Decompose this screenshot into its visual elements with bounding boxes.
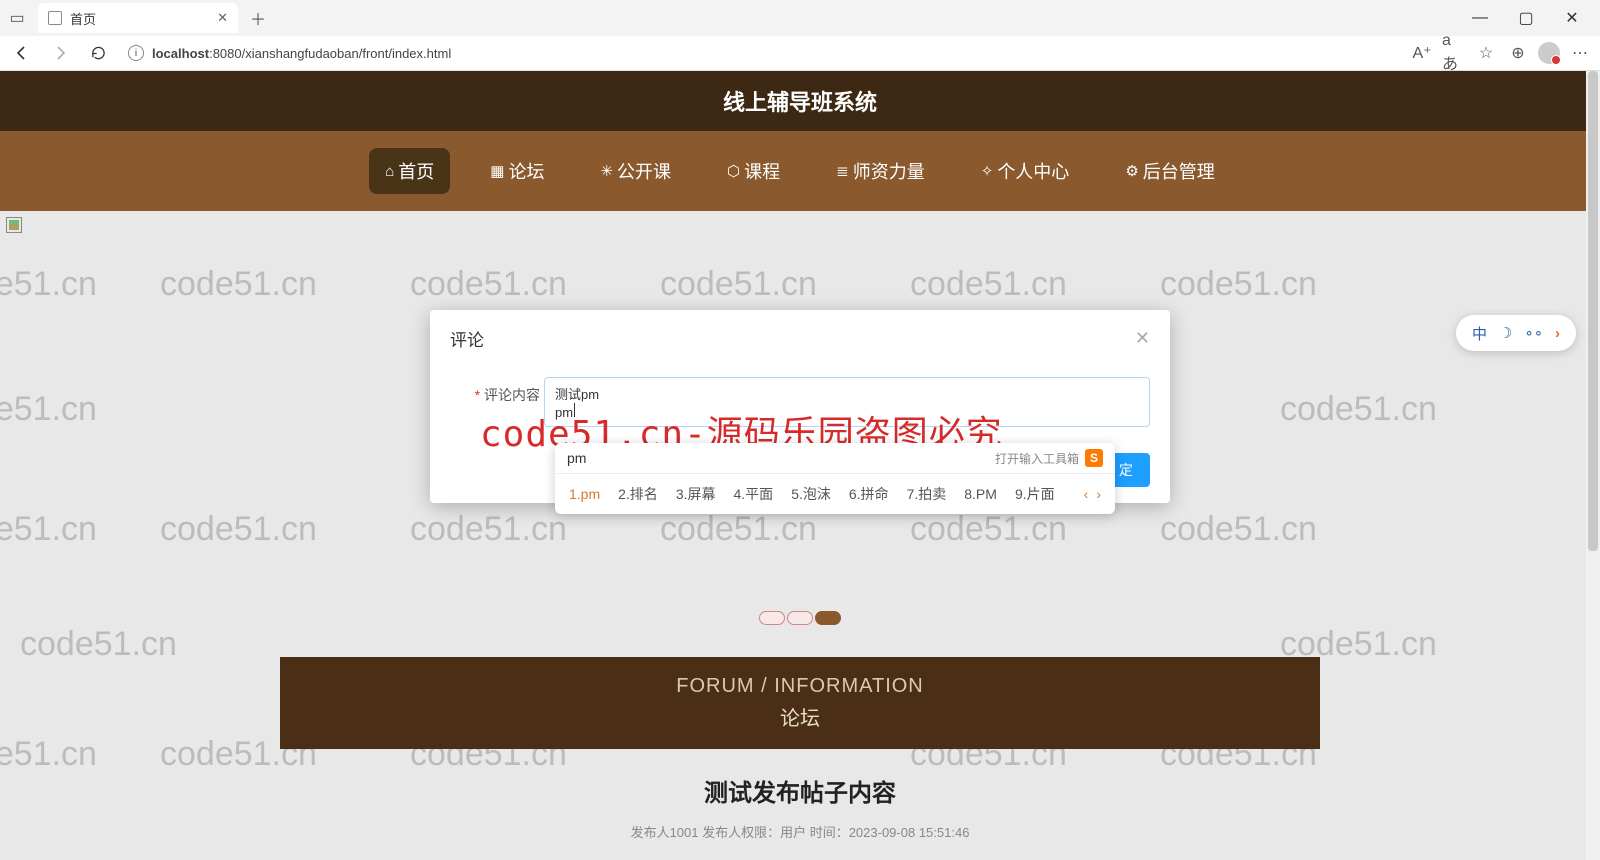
- close-window-button[interactable]: ✕: [1550, 3, 1594, 33]
- new-tab-button[interactable]: ＋: [244, 4, 272, 32]
- titlebar: ▭ 首页 ✕ ＋ — ▢ ✕: [0, 0, 1600, 36]
- ime-toolbox[interactable]: 打开输入工具箱 S: [995, 449, 1103, 467]
- translate-icon[interactable]: aあ: [1442, 41, 1466, 65]
- ime-candidate[interactable]: 7.拍卖: [907, 484, 947, 504]
- address-bar: i localhost:8080/xianshangfudaoban/front…: [0, 36, 1600, 71]
- browser-tab[interactable]: 首页 ✕: [38, 3, 238, 33]
- minimize-button[interactable]: —: [1458, 3, 1502, 33]
- ime-candidate[interactable]: 8.PM: [964, 486, 997, 502]
- window-controls: — ▢ ✕: [1458, 3, 1594, 33]
- ime-candidates: 1.pm 2.排名 3.屏幕 4.平面 5.泡沫 6.拼命 7.拍卖 8.PM …: [555, 473, 1115, 514]
- ime-candidate[interactable]: 2.排名: [618, 484, 658, 504]
- read-aloud-icon[interactable]: A⁺: [1410, 41, 1434, 65]
- url-host: localhost:8080/xianshangfudaoban/front/i…: [152, 46, 451, 61]
- ime-float-toolbar[interactable]: 中 ☽ ∘∘ ›: [1456, 315, 1576, 351]
- ime-panel: pm 打开输入工具箱 S 1.pm 2.排名 3.屏幕 4.平面 5.泡沫 6.…: [555, 443, 1115, 514]
- profile-avatar[interactable]: [1538, 42, 1560, 64]
- ime-lang-indicator[interactable]: 中: [1472, 323, 1487, 344]
- sogou-logo-icon: S: [1085, 449, 1103, 467]
- ime-candidate[interactable]: 9.片面: [1015, 484, 1055, 504]
- tab-close-icon[interactable]: ✕: [217, 10, 228, 26]
- site-info-icon[interactable]: i: [128, 45, 144, 61]
- tab-title: 首页: [70, 9, 96, 28]
- expand-arrow-icon[interactable]: ›: [1555, 325, 1560, 342]
- text-caret: [574, 403, 575, 417]
- refresh-button[interactable]: [84, 39, 112, 67]
- collections-icon[interactable]: ⊕: [1506, 41, 1530, 65]
- ime-next-icon[interactable]: ›: [1096, 486, 1101, 502]
- modal-close-icon[interactable]: ✕: [1135, 328, 1150, 349]
- favorites-icon[interactable]: ☆: [1474, 41, 1498, 65]
- maximize-button[interactable]: ▢: [1504, 3, 1548, 33]
- tab-well: ▭ 首页 ✕ ＋: [6, 3, 272, 33]
- address-actions: A⁺ aあ ☆ ⊕ ⋯: [1410, 41, 1592, 65]
- ime-candidate[interactable]: 6.拼命: [849, 484, 889, 504]
- url-field[interactable]: i localhost:8080/xianshangfudaoban/front…: [122, 45, 1400, 61]
- comment-textarea[interactable]: 测试pm pm: [544, 377, 1150, 427]
- modal-header: 评论 ✕: [430, 310, 1170, 367]
- ime-raw-input: pm: [567, 450, 586, 466]
- browser-chrome: ▭ 首页 ✕ ＋ — ▢ ✕ i localhost:8080/xianshan…: [0, 0, 1600, 71]
- dots-icon[interactable]: ∘∘: [1524, 324, 1543, 342]
- ime-candidate[interactable]: 3.屏幕: [676, 484, 716, 504]
- ime-candidate[interactable]: 1.pm: [569, 486, 600, 502]
- forward-button[interactable]: [46, 39, 74, 67]
- comment-label: 评论内容: [450, 377, 540, 405]
- tab-actions-button[interactable]: ▭: [6, 7, 28, 29]
- ime-page-nav[interactable]: ‹ ›: [1084, 486, 1101, 502]
- ime-prev-icon[interactable]: ‹: [1084, 486, 1089, 502]
- more-menu-icon[interactable]: ⋯: [1568, 41, 1592, 65]
- ime-candidate[interactable]: 4.平面: [734, 484, 774, 504]
- modal-body: 评论内容 测试pm pm: [430, 367, 1170, 443]
- moon-icon[interactable]: ☽: [1499, 324, 1512, 342]
- ime-candidate[interactable]: 5.泡沫: [791, 484, 831, 504]
- modal-title: 评论: [450, 326, 484, 351]
- ime-header: pm 打开输入工具箱 S: [555, 443, 1115, 473]
- back-button[interactable]: [8, 39, 36, 67]
- page-favicon-icon: [48, 11, 62, 25]
